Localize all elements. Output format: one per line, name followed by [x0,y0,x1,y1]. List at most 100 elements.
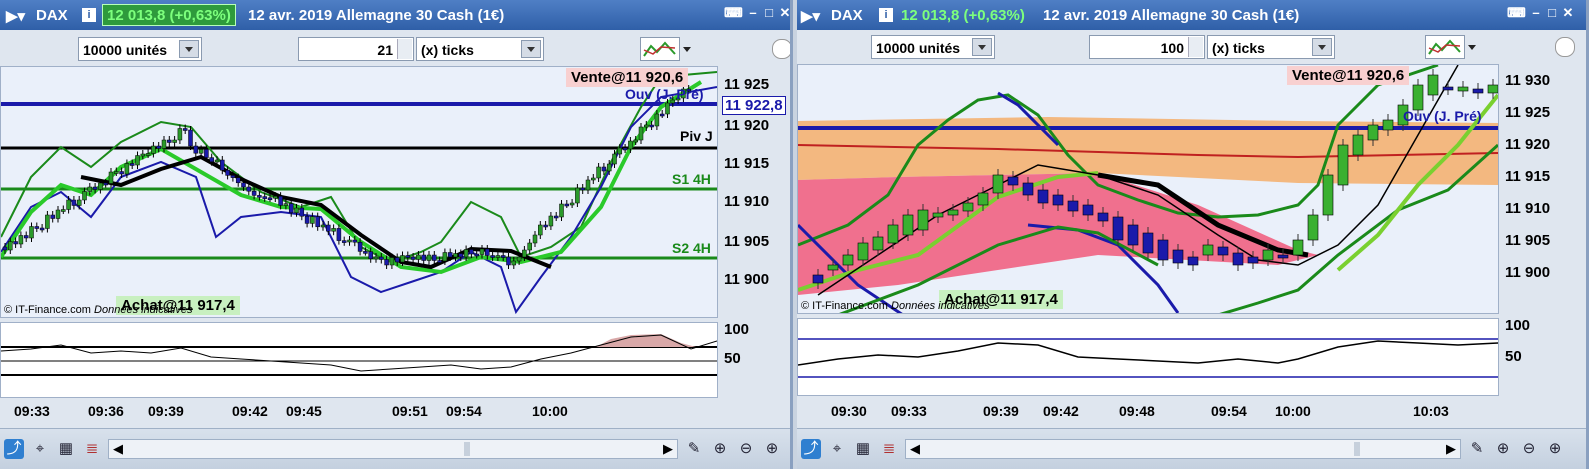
candle [8,241,13,251]
candle [1112,216,1124,241]
zoom-out-icon[interactable]: ⊖ [736,439,756,459]
zoom-out-icon[interactable]: ⊖ [1519,439,1539,459]
ticks-input[interactable]: 21 [298,37,414,61]
scroll-thumb[interactable] [464,442,470,456]
layers-icon[interactable]: ≣ [879,439,899,459]
candle [23,235,29,239]
maximize-icon[interactable]: □ [762,6,776,20]
indicator-icon[interactable] [640,37,680,61]
candle [182,128,188,131]
scroll-right-icon[interactable]: ▶ [663,441,673,457]
ticks-input[interactable]: 100 [1089,35,1205,59]
candle [341,240,347,243]
candle [103,182,108,186]
price-value: 12 013,8 (+0,63%) [901,7,1025,24]
candle [336,228,342,241]
zoom-fit-icon[interactable]: ⊕ [710,439,730,459]
price-tick: 11 920 [724,117,770,134]
keyboard-icon[interactable]: ⌨ [1507,6,1526,20]
scroll-thumb[interactable] [1354,442,1360,456]
ticks-unit-select[interactable]: (x) ticks [1207,35,1335,59]
price-chart[interactable] [797,63,1500,327]
price-chart[interactable] [0,66,718,318]
units-select[interactable]: 10000 unités [78,37,202,61]
candle [585,179,591,191]
indicator-icon[interactable] [1425,35,1465,59]
draw-tool-icon[interactable]: ✎ [1467,439,1487,459]
candle [262,196,267,199]
candle [1187,256,1199,266]
candle [559,203,564,218]
refresh-icon[interactable] [1555,37,1575,57]
chevron-down-icon[interactable] [972,38,992,56]
candle [283,203,289,206]
share-icon[interactable]: ⤴ [801,439,821,459]
dax-menu-icon[interactable]: ▶▾ [801,7,820,25]
sell-label[interactable]: Vente@11 920,6 [1287,66,1410,85]
chevron-down-icon[interactable] [1312,38,1332,56]
title-bar[interactable]: ▶▾ DAX i 12 013,8 (+0,63%) 12 avr. 2019 … [797,0,1586,30]
crosshair-icon[interactable]: ⌖ [827,439,847,459]
share-icon[interactable]: ⤴ [4,439,24,459]
units-value: 10000 unités [83,42,168,58]
refresh-icon[interactable] [772,39,790,59]
candle [87,186,93,192]
close-icon[interactable]: ✕ [778,6,790,20]
spinner-icon[interactable] [397,39,412,59]
scroll-left-icon[interactable]: ◀ [910,441,920,457]
chevron-down-icon[interactable] [179,40,199,58]
instrument-label: 12 avr. 2019 Allemagne 30 Cash (1€) [1043,7,1300,24]
chevron-down-icon[interactable] [680,37,694,61]
horizontal-scrollbar[interactable]: ◀ ▶ [108,439,678,459]
chevron-down-icon[interactable] [521,40,541,58]
candle [506,256,511,266]
candle [299,207,305,217]
zoom-fit-icon[interactable]: ⊕ [1493,439,1513,459]
minimize-icon[interactable]: – [746,6,760,20]
calculator-icon[interactable]: ▦ [56,439,76,459]
maximize-icon[interactable]: □ [1545,6,1559,20]
draw-tool-icon[interactable]: ✎ [684,439,704,459]
candle [135,155,140,166]
oscillator-panel[interactable] [0,322,718,398]
time-tick: 10:03 [1413,403,1449,419]
scroll-right-icon[interactable]: ▶ [1446,441,1456,457]
time-tick: 09:51 [392,403,428,419]
candle [82,191,87,201]
candle [522,249,527,258]
ticks-unit-select[interactable]: (x) ticks [416,37,544,61]
info-icon[interactable]: i [879,8,893,22]
spinner-icon[interactable] [1188,37,1203,57]
candle [857,242,869,261]
candle [553,215,559,219]
candle [575,187,580,204]
price-tick: 11 900 [1505,264,1551,281]
chevron-down-icon[interactable] [1465,35,1479,59]
title-bar[interactable]: ▶▾ DAX i 12 013,8 (+0,63%) 12 avr. 2019 … [0,0,790,30]
time-tick: 09:33 [14,403,50,419]
sell-label[interactable]: Vente@11 920,6 [566,68,689,87]
horizontal-scrollbar[interactable]: ◀ ▶ [905,439,1461,459]
lower-band [0,86,718,315]
scroll-left-icon[interactable]: ◀ [113,441,123,457]
candle [273,195,278,199]
keyboard-icon[interactable]: ⌨ [724,6,743,20]
candle [527,242,532,251]
zoom-in-icon[interactable]: ⊕ [1545,439,1565,459]
candle [177,128,183,141]
minimize-icon[interactable]: – [1529,6,1543,20]
units-select[interactable]: 10000 unités [871,35,995,59]
candle [198,149,204,154]
dax-menu-icon[interactable]: ▶▾ [6,7,25,25]
candle [500,255,506,258]
close-icon[interactable]: ✕ [1561,6,1575,20]
info-icon[interactable]: i [82,8,96,22]
crosshair-icon[interactable]: ⌖ [30,439,50,459]
candle [827,264,839,271]
oscillator-panel[interactable] [797,318,1499,396]
layers-icon[interactable]: ≣ [82,439,102,459]
calculator-icon[interactable]: ▦ [853,439,873,459]
candle [1037,189,1049,204]
candle [638,126,644,141]
zoom-in-icon[interactable]: ⊕ [762,439,782,459]
